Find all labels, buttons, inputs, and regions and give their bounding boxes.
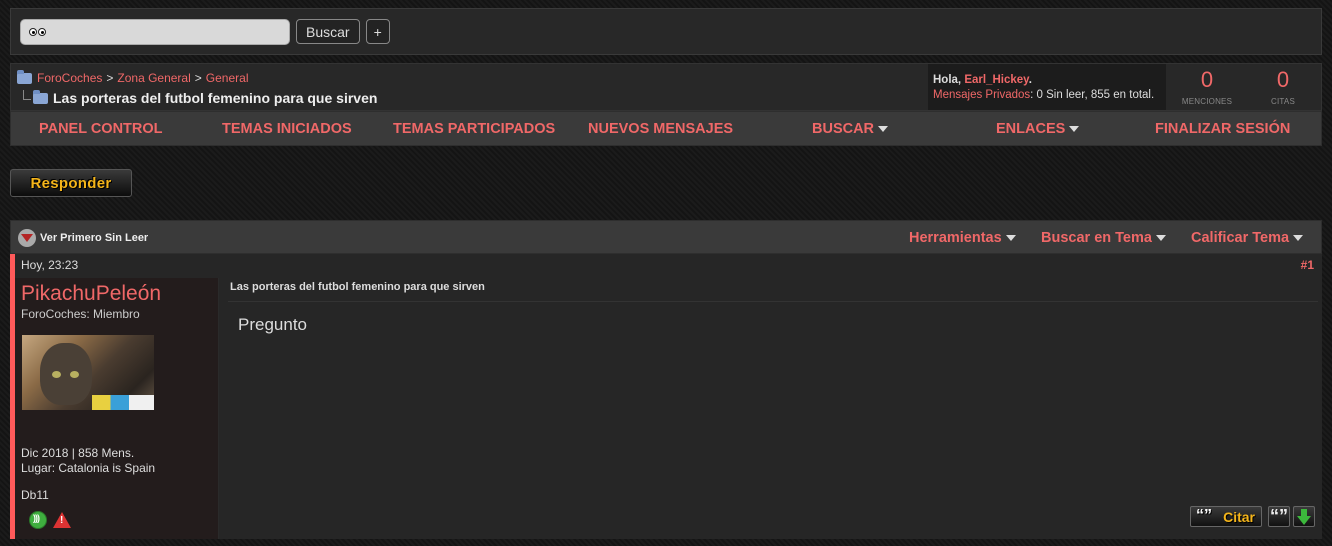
mentions-count: 0 bbox=[1200, 67, 1214, 92]
quotes-label: CITAS bbox=[1271, 97, 1295, 106]
main-nav: PANEL CONTROL TEMAS INICIADOS TEMAS PART… bbox=[10, 111, 1322, 146]
ver-primero-label: Ver Primero Sin Leer bbox=[40, 232, 149, 244]
nav-temas-participados[interactable]: TEMAS PARTICIPADOS bbox=[393, 121, 555, 137]
divider bbox=[228, 301, 1318, 302]
folder-icon bbox=[17, 69, 32, 84]
multi-quote-button[interactable]: “” bbox=[1268, 506, 1290, 527]
chevron-down-icon bbox=[1069, 126, 1080, 133]
chevron-down-icon bbox=[1155, 235, 1166, 242]
ver-primero-icon bbox=[18, 229, 36, 247]
search-thread-menu[interactable]: Buscar en Tema bbox=[1041, 230, 1166, 246]
private-messages-status: : 0 Sin leer, 855 en total. bbox=[1030, 89, 1155, 101]
breadcrumb-zona-general[interactable]: Zona General bbox=[117, 71, 190, 85]
tree-line-icon bbox=[23, 90, 31, 100]
post-author-panel: PikachuPeleón ForoCoches: Miembro Dic 20… bbox=[15, 278, 219, 539]
breadcrumb-general[interactable]: General bbox=[206, 71, 249, 85]
nav-buscar[interactable]: BUSCAR bbox=[812, 121, 889, 137]
post-body: Pregunto bbox=[238, 315, 307, 334]
post-number-link[interactable]: #1 bbox=[1301, 258, 1314, 272]
search-button[interactable]: Buscar bbox=[296, 19, 360, 44]
post-author-name[interactable]: PikachuPeleón bbox=[21, 282, 161, 306]
nav-nuevos-mensajes[interactable]: NUEVOS MENSAJES bbox=[588, 121, 733, 137]
report-icon[interactable] bbox=[53, 512, 71, 528]
search-bar: Buscar + bbox=[10, 8, 1322, 55]
greeting-end: . bbox=[1028, 74, 1032, 86]
down-arrow-icon bbox=[1297, 509, 1311, 525]
rate-thread-menu[interactable]: Calificar Tema bbox=[1191, 230, 1304, 246]
post-author-title: ForoCoches: Miembro bbox=[21, 307, 140, 321]
breadcrumb-separator: > bbox=[106, 71, 114, 85]
location: Lugar: Catalonia is Spain bbox=[21, 461, 156, 475]
user-box: Hola, Earl_Hickey. Mensajes Privados: 0 … bbox=[928, 64, 1166, 110]
nav-finalizar-sesion[interactable]: FINALIZAR SESIÓN bbox=[1155, 121, 1290, 137]
quotes-counter[interactable]: 0 CITAS bbox=[1248, 67, 1318, 107]
quotes-count: 0 bbox=[1276, 67, 1290, 92]
author-extra: Db11 bbox=[21, 488, 49, 502]
reply-button[interactable]: Responder bbox=[10, 169, 132, 197]
post-date: Hoy, 23:23 bbox=[21, 258, 79, 272]
breadcrumb-forocoches[interactable]: ForoCoches bbox=[37, 71, 102, 85]
avatar[interactable] bbox=[22, 335, 154, 410]
folder-icon bbox=[33, 89, 48, 104]
nav-enlaces[interactable]: ENLACES bbox=[996, 121, 1080, 137]
nav-panel-control[interactable]: PANEL CONTROL bbox=[39, 121, 163, 137]
nav-temas-iniciados[interactable]: TEMAS INICIADOS bbox=[222, 121, 352, 137]
mentions-label: MENCIONES bbox=[1181, 97, 1233, 106]
quote-button[interactable]: Citar bbox=[1190, 506, 1262, 527]
private-messages-link[interactable]: Mensajes Privados bbox=[933, 89, 1030, 101]
forum-header: ForoCoches > Zona General > General Las … bbox=[10, 63, 1322, 111]
thread-toolbar: Ver Primero Sin Leer Herramientas Buscar… bbox=[10, 220, 1322, 254]
mentions-counter[interactable]: 0 MENCIONES bbox=[1172, 67, 1242, 107]
breadcrumb-separator: > bbox=[194, 71, 202, 85]
post: Hoy, 23:23 #1 PikachuPeleón ForoCoches: … bbox=[10, 254, 1322, 539]
chevron-down-icon bbox=[1293, 235, 1304, 242]
chevron-down-icon bbox=[1005, 235, 1016, 242]
thread-title: Las porteras del futbol femenino para qu… bbox=[53, 90, 378, 106]
join-info: Dic 2018 | 858 Mens. bbox=[21, 446, 135, 460]
username-link[interactable]: Earl_Hickey bbox=[964, 74, 1028, 86]
post-author-info: Dic 2018 | 858 Mens. Lugar: Catalonia is… bbox=[21, 446, 155, 476]
search-input[interactable] bbox=[20, 18, 290, 45]
eyes-icon bbox=[29, 27, 46, 36]
breadcrumb: ForoCoches > Zona General > General bbox=[17, 69, 249, 85]
post-title: Las porteras del futbol femenino para qu… bbox=[230, 281, 485, 293]
add-button[interactable]: + bbox=[365, 19, 390, 44]
greeting: Hola, bbox=[933, 74, 965, 86]
online-icon bbox=[29, 511, 47, 529]
page-title: Las porteras del futbol femenino para qu… bbox=[23, 89, 378, 106]
ver-primero-link[interactable]: Ver Primero Sin Leer bbox=[18, 229, 148, 247]
chevron-down-icon bbox=[878, 126, 889, 133]
author-icons bbox=[21, 511, 81, 531]
down-button[interactable] bbox=[1293, 506, 1315, 527]
tools-menu[interactable]: Herramientas bbox=[909, 230, 1016, 246]
